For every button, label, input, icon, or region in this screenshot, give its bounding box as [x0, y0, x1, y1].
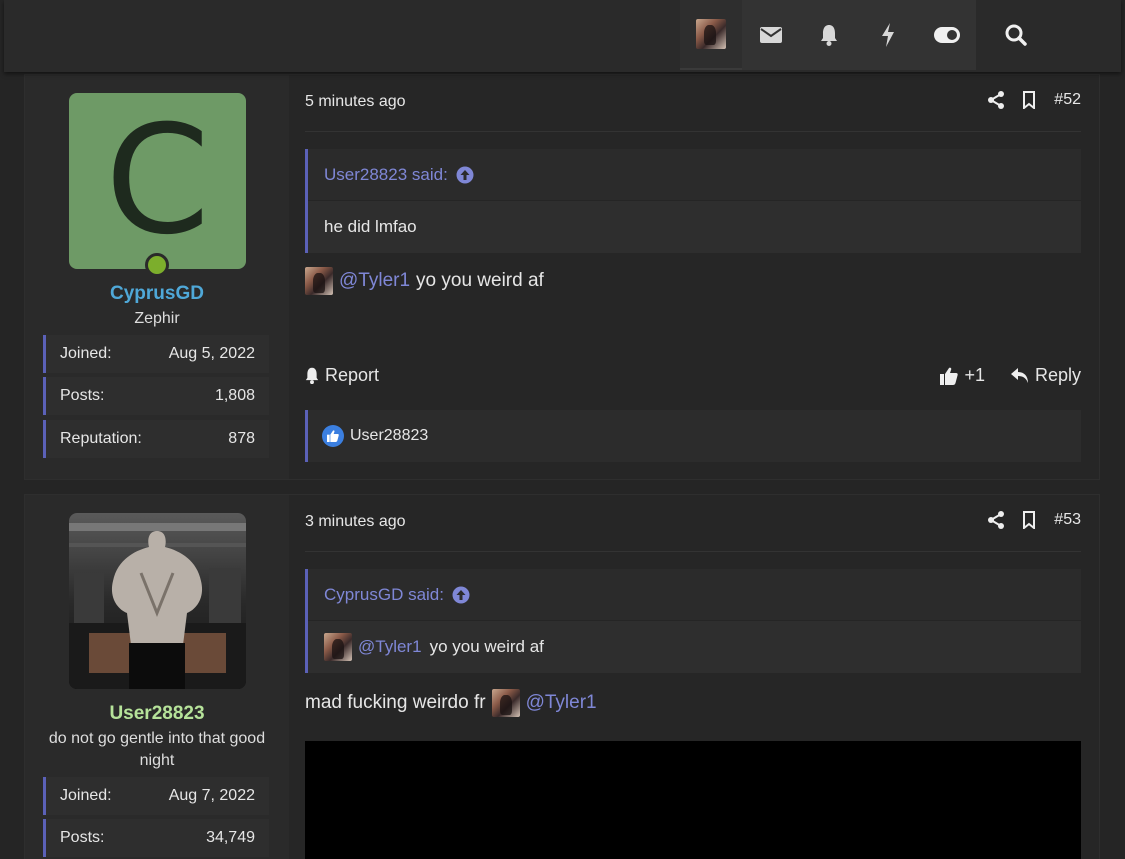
online-status-indicator	[145, 253, 169, 277]
stat-posts: Posts: 1,808	[43, 377, 269, 415]
stat-joined: Joined: Aug 7, 2022	[43, 777, 269, 815]
quote-text: yo you weird af	[429, 637, 544, 656]
quote-block: User28823 said: he did lmfao	[305, 149, 1081, 253]
share-icon[interactable]	[988, 91, 1005, 109]
reply-button[interactable]: Reply	[1010, 365, 1081, 386]
divider	[305, 551, 1081, 552]
quote-body: @Tyler1 yo you weird af	[308, 621, 1081, 673]
quote-text: he did lmfao	[308, 201, 1081, 253]
quote-header[interactable]: User28823 said:	[308, 149, 1081, 201]
stat-value: 878	[228, 430, 255, 447]
lightning-icon	[882, 23, 894, 47]
search-button[interactable]	[986, 0, 1046, 70]
avatar-photo-image	[69, 513, 246, 689]
username[interactable]: CyprusGD	[25, 283, 289, 305]
user-title: Zephir	[134, 310, 180, 327]
bell-icon	[305, 367, 319, 384]
embedded-media[interactable]	[305, 741, 1081, 859]
bookmark-icon[interactable]	[1018, 91, 1040, 109]
stat-label: Joined:	[60, 787, 112, 804]
stat-label: Reputation:	[60, 430, 142, 447]
mention-avatar	[305, 267, 333, 295]
post-timestamp[interactable]: 3 minutes ago	[305, 513, 406, 531]
avatar[interactable]: C	[69, 93, 246, 269]
divider	[305, 131, 1081, 132]
user-title: do not go gentle into that good night	[48, 730, 266, 769]
top-navigation-bar	[4, 0, 1121, 72]
user-mention[interactable]: @Tyler1	[339, 270, 410, 292]
reactions-bar[interactable]: User28823	[305, 410, 1081, 462]
post-actions-top: #53	[988, 511, 1081, 529]
message-text: mad fucking weirdo fr	[305, 692, 486, 713]
post-number[interactable]: #52	[1054, 91, 1081, 109]
bell-icon	[821, 25, 837, 46]
username[interactable]: User28823	[25, 703, 289, 725]
stat-label: Joined:	[60, 345, 112, 362]
quote-author[interactable]: User28823 said:	[324, 165, 448, 185]
bookmark-icon[interactable]	[1018, 511, 1040, 529]
stat-value: Aug 7, 2022	[168, 787, 255, 804]
quote-author[interactable]: CyprusGD said:	[324, 585, 444, 605]
style-toggle-button[interactable]	[918, 0, 976, 70]
envelope-icon	[760, 27, 782, 43]
mention-avatar	[324, 633, 352, 661]
avatar-letter: C	[105, 94, 210, 268]
user-avatar-icon	[696, 19, 726, 49]
post-52: C CyprusGD Zephir Joined: Aug 5, 2022 Po…	[24, 74, 1100, 480]
stat-value[interactable]: 34,749	[206, 829, 255, 847]
reply-label: Reply	[1034, 365, 1081, 385]
message-body: mad fucking weirdo fr @Tyler1	[305, 689, 597, 717]
whats-new-button[interactable]	[858, 0, 918, 70]
user-mention[interactable]: @Tyler1	[358, 637, 422, 657]
report-button[interactable]: Report	[305, 365, 379, 386]
stat-value[interactable]: 1,808	[215, 387, 255, 405]
alerts-button[interactable]	[800, 0, 858, 70]
conversations-button[interactable]	[742, 0, 800, 70]
report-label: Report	[325, 365, 380, 385]
arrow-up-circle-icon[interactable]	[456, 166, 474, 184]
share-icon[interactable]	[988, 511, 1005, 529]
mention-avatar	[491, 689, 520, 717]
stat-label: Posts:	[60, 387, 105, 404]
post-footer-right: +1 Reply	[940, 365, 1081, 386]
user-info-panel: User28823 do not go gentle into that goo…	[25, 495, 289, 859]
message-text: yo you weird af	[416, 270, 544, 291]
toggle-icon	[934, 27, 960, 43]
account-avatar-button[interactable]	[680, 0, 742, 70]
post-number[interactable]: #53	[1054, 511, 1081, 529]
post-actions-top: #52	[988, 91, 1081, 109]
post-53: User28823 do not go gentle into that goo…	[24, 494, 1100, 859]
stat-posts: Posts: 34,749	[43, 819, 269, 857]
stat-joined: Joined: Aug 5, 2022	[43, 335, 269, 373]
quote-header[interactable]: CyprusGD said:	[308, 569, 1081, 621]
post-timestamp[interactable]: 5 minutes ago	[305, 93, 406, 111]
reply-icon	[1010, 367, 1028, 383]
stat-reputation: Reputation: 878	[43, 420, 269, 458]
search-icon	[1005, 24, 1027, 46]
user-mention[interactable]: @Tyler1	[526, 692, 597, 714]
message-panel: 3 minutes ago #53 CyprusGD said: @Tyler1…	[289, 495, 1099, 859]
post-footer-actions: Report +1 Reply	[305, 365, 1081, 386]
avatar[interactable]	[69, 513, 246, 689]
like-count: +1	[964, 365, 985, 385]
thumbs-up-icon	[940, 367, 959, 385]
message-panel: 5 minutes ago #52 User28823 said: he did…	[289, 75, 1099, 479]
message-body: @Tyler1 yo you weird af	[305, 267, 544, 295]
reaction-user[interactable]: User28823	[350, 427, 428, 445]
user-info-panel: C CyprusGD Zephir Joined: Aug 5, 2022 Po…	[25, 75, 289, 479]
stat-value: Aug 5, 2022	[168, 345, 255, 362]
quote-block: CyprusGD said: @Tyler1 yo you weird af	[305, 569, 1081, 673]
stat-label: Posts:	[60, 829, 105, 846]
arrow-up-circle-icon[interactable]	[452, 586, 470, 604]
like-button[interactable]: +1	[940, 365, 985, 386]
like-reaction-icon	[322, 425, 344, 447]
